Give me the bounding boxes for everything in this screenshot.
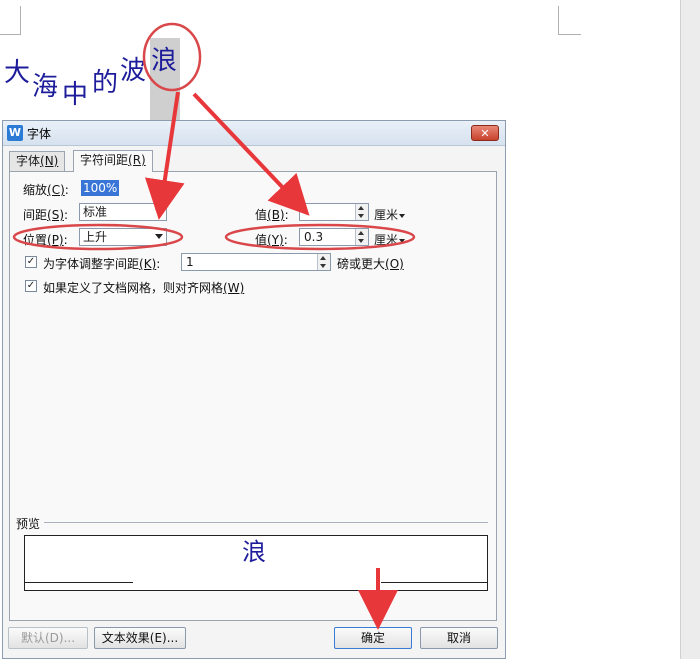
spacing-unit-dropdown[interactable]: 厘米 xyxy=(374,206,406,223)
position-value-spinner[interactable]: 0.3 xyxy=(299,228,369,246)
scale-input[interactable]: 100% xyxy=(81,180,120,196)
grid-label: 如果定义了文档网格，则对齐网格(W) xyxy=(43,281,245,295)
doc-char[interactable]: 大 xyxy=(4,58,30,88)
doc-char[interactable]: 中 xyxy=(62,80,88,110)
position-value-label: 值(Y): xyxy=(255,233,288,247)
doc-char-selected[interactable]: 浪 xyxy=(151,46,177,76)
page-corner-mark xyxy=(558,6,581,35)
cancel-button[interactable]: 取消 xyxy=(420,627,498,649)
tab-character-spacing[interactable]: 字符间距(R) xyxy=(73,150,153,172)
tab-font-hotkey: (N) xyxy=(40,154,59,168)
tab-font[interactable]: 字体(N) xyxy=(9,151,66,171)
kerning-spinner[interactable]: 1 xyxy=(181,253,331,271)
spacing-value-label: 值(B): xyxy=(255,208,289,222)
spacing-value-spinner[interactable] xyxy=(299,203,369,221)
kerning-suffix: 磅或更大(O) xyxy=(337,257,404,271)
page-edge xyxy=(680,0,700,659)
kerning-checkbox[interactable]: ✓ xyxy=(25,256,37,268)
tab-spacing-label: 字符间距 xyxy=(80,153,129,167)
default-button[interactable]: 默认(D)... xyxy=(8,627,88,649)
tab-font-label: 字体 xyxy=(16,154,41,168)
grid-checkbox[interactable]: ✓ xyxy=(25,280,37,292)
doc-char[interactable]: 波 xyxy=(120,56,146,86)
position-select[interactable]: 上升 xyxy=(79,228,167,246)
preview-divider xyxy=(44,522,488,523)
position-unit-dropdown[interactable]: 厘米 xyxy=(374,231,406,248)
page-corner-mark xyxy=(0,6,21,35)
doc-char[interactable]: 的 xyxy=(92,68,118,98)
text-effect-button[interactable]: 文本效果(E)... xyxy=(94,627,186,649)
preview-sample: 浪 xyxy=(242,538,266,566)
spacing-select[interactable]: 标准 xyxy=(79,203,167,221)
chevron-down-icon xyxy=(155,234,163,239)
scale-label: 缩放(C): xyxy=(23,183,69,197)
dialog-title: 字体 xyxy=(27,127,52,141)
dialog-titlebar[interactable]: W 字体 ✕ xyxy=(3,121,505,146)
preview-baseline-right xyxy=(381,582,487,583)
position-label: 位置(P): xyxy=(23,233,68,247)
tab-spacing-hotkey: (R) xyxy=(128,153,146,167)
close-button[interactable]: ✕ xyxy=(471,125,499,141)
preview-baseline-left xyxy=(25,582,133,583)
kerning-label: 为字体调整字间距(K): xyxy=(43,257,161,271)
doc-char[interactable]: 海 xyxy=(32,72,58,102)
ok-button[interactable]: 确定 xyxy=(334,627,412,649)
preview-label: 预览 xyxy=(16,517,41,531)
wps-app-icon: W xyxy=(7,125,23,141)
chevron-down-icon xyxy=(155,209,163,214)
spacing-label: 间距(S): xyxy=(23,208,69,222)
